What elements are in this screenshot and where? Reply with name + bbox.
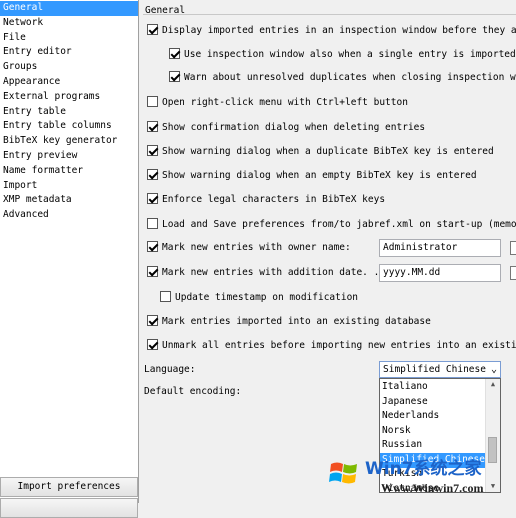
confirm-delete-label: Show confirmation dialog when deleting e… (162, 122, 426, 133)
open-right-click-option[interactable]: Open right-click menu with Ctrl+left but… (147, 96, 408, 110)
open-right-click-checkbox[interactable] (147, 96, 158, 107)
mark-imported-checkbox[interactable] (147, 315, 158, 326)
update-timestamp-option[interactable]: Update timestamp on modification (160, 291, 358, 305)
scroll-up-arrow-icon[interactable]: ▲ (486, 380, 500, 388)
import-preferences-button[interactable]: Import preferences (0, 477, 138, 497)
language-option-nederlands[interactable]: Nederlands (382, 409, 439, 424)
sidebar-item-entry-table-columns[interactable]: Entry table columns (0, 119, 138, 134)
open-right-click-label: Open right-click menu with Ctrl+left but… (162, 97, 408, 108)
mark-date-label: Mark new entries with addition date. ... (162, 267, 391, 278)
language-option-russian[interactable]: Russian (382, 438, 422, 453)
section-divider (143, 14, 516, 15)
chevron-down-icon[interactable]: ⌄ (491, 362, 497, 377)
warn-empty-key-label: Show warning dialog when an empty BibTeX… (162, 170, 477, 181)
warn-unresolved-label: Warn about unresolved duplicates when cl… (184, 72, 516, 83)
unmark-all-option[interactable]: Unmark all entries before importing new … (147, 339, 516, 353)
language-selected-value: Simplified Chinese (383, 364, 486, 375)
preferences-nav-list: General Network File Entry editor Groups… (0, 1, 138, 223)
warn-unresolved-option[interactable]: Warn about unresolved duplicates when cl… (169, 71, 516, 85)
update-timestamp-label: Update timestamp on modification (175, 292, 359, 303)
sidebar-item-advanced[interactable]: Advanced (0, 208, 138, 223)
windows-logo-icon (329, 462, 357, 484)
confirm-delete-option[interactable]: Show confirmation dialog when deleting e… (147, 121, 425, 135)
mark-date-option[interactable]: Mark new entries with addition date. ... (147, 266, 391, 280)
sidebar-item-name-formatter[interactable]: Name formatter (0, 164, 138, 179)
sidebar-item-groups[interactable]: Groups (0, 60, 138, 75)
use-inspection-single-option[interactable]: Use inspection window also when a single… (169, 48, 516, 62)
unmark-all-label: Unmark all entries before importing new … (162, 340, 516, 351)
sidebar-item-bibtex-key-generator[interactable]: BibTeX key generator (0, 134, 138, 149)
default-encoding-label: Default encoding: (144, 386, 242, 397)
unmark-all-checkbox[interactable] (147, 339, 158, 350)
language-select[interactable]: Simplified Chinese ⌄ (379, 361, 501, 378)
sidebar-item-file[interactable]: File (0, 31, 138, 46)
sidebar-item-external-programs[interactable]: External programs (0, 90, 138, 105)
enforce-legal-label: Enforce legal characters in BibTeX keys (162, 194, 386, 205)
sidebar-item-appearance[interactable]: Appearance (0, 75, 138, 90)
warn-empty-key-checkbox[interactable] (147, 169, 158, 180)
owner-name-field[interactable]: Administrator (379, 239, 501, 257)
mark-owner-checkbox[interactable] (147, 241, 158, 252)
watermark-title: Win7系统之家 (365, 459, 482, 479)
export-preferences-button[interactable] (0, 498, 138, 518)
mark-owner-label: Mark new entries with owner name: (162, 242, 351, 253)
sidebar-item-xmp-metadata[interactable]: XMP metadata (0, 193, 138, 208)
mark-owner-option[interactable]: Mark new entries with owner name: (147, 241, 351, 255)
mark-date-checkbox[interactable] (147, 266, 158, 277)
date-format-help-button[interactable] (510, 266, 516, 280)
warn-unresolved-checkbox[interactable] (169, 71, 180, 82)
use-inspection-single-checkbox[interactable] (169, 48, 180, 59)
warn-duplicate-key-checkbox[interactable] (147, 145, 158, 156)
warn-duplicate-key-label: Show warning dialog when a duplicate Bib… (162, 146, 494, 157)
site-watermark: Win7系统之家 Www.Winwin7.com (325, 452, 516, 503)
display-imported-checkbox[interactable] (147, 24, 158, 35)
display-imported-option[interactable]: Display imported entries in an inspectio… (147, 24, 516, 38)
language-option-norsk[interactable]: Norsk (382, 424, 411, 439)
load-save-prefs-option[interactable]: Load and Save preferences from/to jabref… (147, 218, 516, 232)
confirm-delete-checkbox[interactable] (147, 121, 158, 132)
enforce-legal-checkbox[interactable] (147, 193, 158, 204)
enforce-legal-option[interactable]: Enforce legal characters in BibTeX keys (147, 193, 385, 207)
sidebar-item-entry-preview[interactable]: Entry preview (0, 149, 138, 164)
sidebar-item-network[interactable]: Network (0, 16, 138, 31)
display-imported-label: Display imported entries in an inspectio… (162, 25, 516, 36)
sidebar-item-entry-table[interactable]: Entry table (0, 105, 138, 120)
use-inspection-single-label: Use inspection window also when a single… (184, 49, 516, 60)
sidebar-item-general[interactable]: General (0, 1, 138, 16)
mark-imported-option[interactable]: Mark entries imported into an existing d… (147, 315, 431, 329)
load-save-prefs-label: Load and Save preferences from/to jabref… (162, 219, 516, 230)
load-save-prefs-checkbox[interactable] (147, 218, 158, 229)
warn-empty-key-option[interactable]: Show warning dialog when an empty BibTeX… (147, 169, 477, 183)
mark-imported-label: Mark entries imported into an existing d… (162, 316, 431, 327)
language-label: Language: (144, 364, 196, 375)
preferences-sidebar: General Network File Entry editor Groups… (0, 0, 139, 518)
sidebar-item-import[interactable]: Import (0, 179, 138, 194)
language-option-italiano[interactable]: Italiano (382, 380, 428, 395)
general-settings-panel: General Display imported entries in an i… (139, 0, 516, 503)
watermark-url: Www.Winwin7.com (381, 481, 484, 495)
sidebar-item-entry-editor[interactable]: Entry editor (0, 45, 138, 60)
date-format-field[interactable]: yyyy.MM.dd (379, 264, 501, 282)
language-option-japanese[interactable]: Japanese (382, 395, 428, 410)
update-timestamp-checkbox[interactable] (160, 291, 171, 302)
overwrite-owner-checkbox[interactable] (510, 241, 516, 255)
warn-duplicate-key-option[interactable]: Show warning dialog when a duplicate Bib… (147, 145, 494, 159)
